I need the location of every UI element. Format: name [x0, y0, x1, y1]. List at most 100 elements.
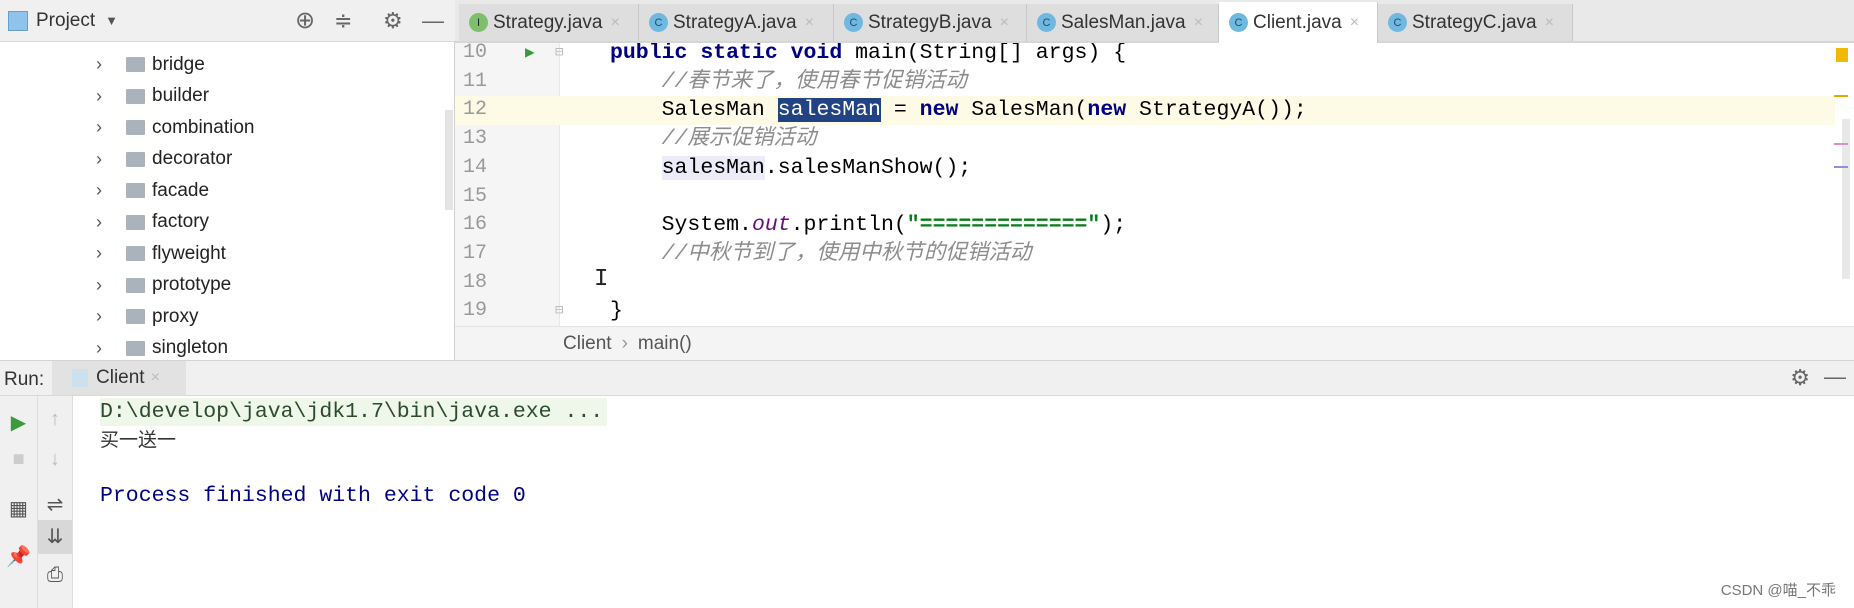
close-icon[interactable]: × — [610, 14, 619, 32]
minimize-icon[interactable]: — — [1824, 364, 1846, 390]
close-icon[interactable]: × — [1350, 14, 1359, 32]
chevron-right-icon[interactable]: › — [96, 212, 102, 233]
close-icon[interactable]: × — [151, 369, 160, 387]
chevron-right-icon[interactable]: › — [96, 306, 102, 327]
code-text: public static void main(String[] args) { — [610, 43, 1127, 65]
close-icon[interactable]: × — [1000, 14, 1009, 32]
code-line[interactable]: 19 ⊟} — [455, 297, 1835, 326]
arrow-up-icon[interactable]: ↑ — [38, 408, 72, 431]
chevron-right-icon[interactable]: › — [96, 54, 102, 75]
minimize-icon[interactable]: — — [422, 8, 444, 34]
code-line[interactable]: 18 — [455, 269, 1835, 298]
folder-icon — [126, 309, 145, 324]
gear-icon[interactable]: ⚙ — [1790, 365, 1810, 391]
console-side-toolbar: ↑ ↓ ⇌ ⇊ ⎙ — [38, 396, 73, 608]
fold-icon[interactable]: ⊟ — [555, 297, 563, 326]
code-line[interactable]: 12 SalesMan salesMan = new SalesMan(new … — [455, 96, 1835, 126]
text-cursor-icon: I — [594, 266, 609, 293]
tab-label: SalesMan.java — [1061, 11, 1186, 33]
tab-strategy[interactable]: I Strategy.java × — [459, 4, 639, 41]
class-icon: C — [844, 13, 863, 32]
breadcrumb: Client › main() — [455, 326, 1854, 360]
run-tab-client[interactable]: Client × — [52, 361, 186, 395]
collapse-icon[interactable]: ≑ — [334, 8, 352, 34]
tree-item-label: bridge — [152, 53, 205, 75]
tab-strategya[interactable]: C StrategyA.java × — [639, 4, 834, 41]
project-icon — [8, 10, 28, 31]
tab-strategyb[interactable]: C StrategyB.java × — [834, 4, 1027, 41]
gear-icon[interactable]: ⚙ — [383, 8, 403, 34]
layout-icon[interactable]: ▦ — [0, 496, 37, 521]
tab-label: Client.java — [1253, 11, 1342, 33]
code-line[interactable]: 16 System.out.println("============="); — [455, 211, 1835, 240]
breadcrumb-class[interactable]: Client — [563, 333, 612, 355]
project-title[interactable]: Project — [36, 10, 95, 32]
line-number: 16 — [463, 213, 488, 237]
chevron-right-icon[interactable]: › — [96, 180, 102, 201]
code-text: System.out.println("============="); — [661, 213, 1127, 238]
code-line[interactable]: 15 — [455, 183, 1835, 212]
tab-label: StrategyA.java — [673, 11, 797, 33]
tree-item-label: prototype — [152, 274, 232, 295]
folder-icon — [126, 214, 145, 230]
code-line[interactable]: 14 salesMan.salesManShow(); — [455, 154, 1835, 183]
folder-icon — [126, 88, 145, 104]
code-text: salesMan.salesManShow(); — [661, 155, 972, 180]
fold-icon[interactable]: ⊟ — [555, 43, 563, 68]
chevron-right-icon[interactable]: › — [96, 275, 102, 296]
console-icon — [72, 369, 88, 387]
breadcrumb-method[interactable]: main() — [638, 333, 692, 355]
class-icon: C — [649, 13, 668, 32]
line-number: 12 — [463, 98, 488, 122]
tree-item-label: flyweight — [152, 242, 226, 264]
tree-item-label: factory — [152, 211, 210, 232]
tree-scrollbar[interactable] — [445, 110, 453, 210]
folder-icon — [126, 120, 145, 135]
stop-icon[interactable]: ■ — [0, 448, 37, 471]
code-line[interactable]: 13 //展示促销活动 — [455, 125, 1835, 154]
folder-icon — [126, 340, 145, 356]
line-number: 19 — [463, 299, 488, 323]
code-text: //春节来了，使用春节促销活动 — [661, 69, 967, 94]
code-line[interactable]: 11 //春节来了，使用春节促销活动 — [455, 68, 1835, 97]
code-line[interactable]: 10 ▶ ⊟ public static void main(String[] arg… — [455, 43, 1835, 68]
folder-icon — [126, 277, 145, 293]
chevron-down-icon[interactable]: ▼ — [105, 13, 118, 28]
close-icon[interactable]: × — [805, 14, 814, 32]
soft-wrap-icon[interactable]: ⇌ — [38, 492, 72, 517]
chevron-right-icon[interactable]: › — [96, 243, 102, 264]
tree-item-label: decorator — [152, 148, 233, 169]
scroll-to-end-icon[interactable]: ⇊ — [38, 520, 72, 554]
console-output-line: 买一送一 — [100, 429, 177, 451]
chevron-right-icon[interactable]: › — [96, 149, 102, 170]
locate-icon[interactable]: ⊕ — [295, 6, 315, 35]
interface-icon: I — [469, 13, 488, 32]
code-line[interactable]: 17 //中秋节到了，使用中秋节的促销活动 — [455, 240, 1835, 269]
tab-strategyc[interactable]: C StrategyC.java × — [1378, 4, 1573, 41]
chevron-right-icon[interactable]: › — [96, 117, 102, 138]
arrow-down-icon[interactable]: ↓ — [38, 448, 72, 471]
pin-icon[interactable]: 📌 — [0, 544, 37, 569]
folder-icon — [126, 246, 145, 261]
rerun-icon[interactable]: ▶ — [0, 410, 37, 435]
close-icon[interactable]: × — [1545, 14, 1554, 32]
run-gutter-icon[interactable]: ▶ — [525, 43, 535, 68]
print-icon[interactable]: ⎙ — [38, 564, 72, 587]
code-text: //展示促销活动 — [661, 127, 817, 152]
code-editor[interactable]: 10 ▶ ⊟ public static void main(String[] arg… — [455, 43, 1854, 326]
chevron-right-icon[interactable]: › — [96, 86, 102, 107]
tree-item-label: proxy — [152, 305, 199, 327]
tab-client[interactable]: C Client.java × — [1219, 2, 1378, 43]
console-output[interactable]: D:\develop\java\jdk1.7\bin\java.exe ... … — [73, 396, 1854, 608]
close-icon[interactable]: × — [1194, 14, 1203, 32]
folder-icon — [126, 57, 145, 72]
editor-tabs: I Strategy.java × C StrategyA.java × C Strategy… — [455, 0, 1854, 43]
tab-label: StrategyB.java — [868, 11, 992, 33]
tab-label: Strategy.java — [493, 11, 603, 33]
tab-salesman[interactable]: C SalesMan.java × — [1027, 4, 1219, 41]
editor-scrollbar[interactable] — [1832, 43, 1850, 326]
tree-item-label: builder — [152, 85, 210, 106]
console-command: D:\develop\java\jdk1.7\bin\java.exe ... — [100, 398, 608, 426]
line-number: 18 — [463, 270, 488, 294]
chevron-right-icon[interactable]: › — [96, 338, 102, 359]
